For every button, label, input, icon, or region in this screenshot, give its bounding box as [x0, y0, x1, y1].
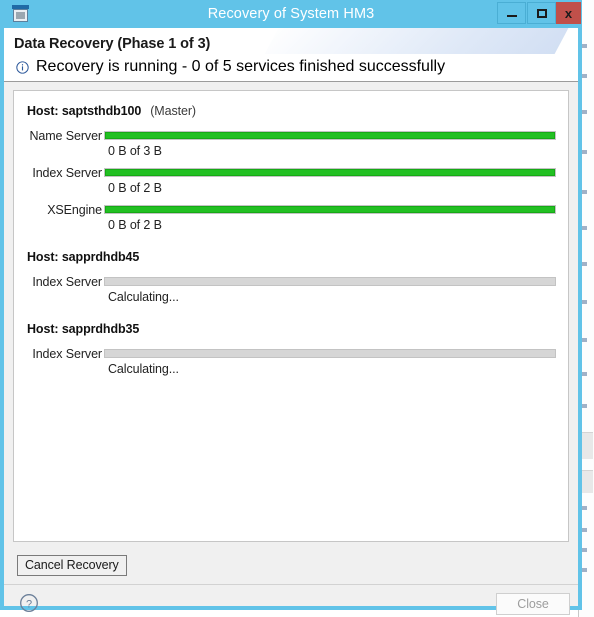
recovery-progress-panel[interactable]: Host: saptsthdb100 (Master) Name Server 0 B… [13, 90, 569, 542]
help-icon[interactable]: ? [19, 593, 39, 613]
service-row: XSEngine 0 B of 2 B [14, 203, 568, 240]
host-heading: Host: sapprdhdb35 [14, 322, 568, 336]
minimize-button[interactable] [497, 2, 526, 24]
progress-bar-fill [105, 132, 555, 139]
dialog-window: Recovery of System HM3 x Data Recovery (… [0, 0, 582, 615]
service-status: 0 B of 2 B [108, 181, 162, 195]
service-status: 0 B of 2 B [108, 218, 162, 232]
service-name: XSEngine [47, 203, 102, 217]
host-group: Host: sapprdhdb35 Index Server Calculating… [14, 312, 568, 384]
host-role: (Master) [150, 104, 196, 118]
progress-bar [104, 168, 556, 177]
service-status: Calculating... [108, 290, 179, 304]
status-text: Recovery is running - 0 of 5 services fi… [36, 58, 446, 75]
info-icon [16, 60, 29, 74]
header-gradient [264, 28, 578, 54]
host-heading: Host: sapprdhdb45 [14, 250, 568, 264]
service-row: Name Server 0 B of 3 B [14, 129, 568, 166]
service-name: Index Server [32, 275, 102, 289]
close-button[interactable]: Close [496, 593, 570, 615]
service-row: Index Server Calculating... [14, 347, 568, 384]
close-window-button[interactable]: x [556, 2, 581, 24]
page-title: Data Recovery (Phase 1 of 3) [14, 36, 211, 52]
progress-bar [104, 205, 556, 214]
service-row: Index Server Calculating... [14, 275, 568, 312]
service-name: Name Server [29, 129, 102, 143]
host-group: Host: sapprdhdb45 Index Server Calculating… [14, 240, 568, 312]
dialog-header: Data Recovery (Phase 1 of 3) Recovery is… [4, 28, 578, 82]
maximize-button[interactable] [527, 2, 556, 24]
service-status: Calculating... [108, 362, 179, 376]
host-label: Host: [27, 322, 59, 336]
progress-bar-fill [105, 169, 555, 176]
host-name: sapprdhdb45 [61, 250, 140, 264]
status-message: Recovery is running - 0 of 5 services fi… [16, 58, 445, 76]
host-heading: Host: saptsthdb100 (Master) [14, 104, 568, 118]
maximize-icon [528, 3, 555, 23]
title-bar[interactable]: Recovery of System HM3 x [0, 0, 582, 28]
service-name: Index Server [32, 166, 102, 180]
svg-text:?: ? [26, 598, 32, 610]
cancel-bar: Cancel Recovery [4, 550, 578, 584]
minimize-icon [498, 3, 525, 23]
progress-bar [104, 277, 556, 286]
host-group: Host: saptsthdb100 (Master) Name Server 0 B… [14, 91, 568, 240]
progress-bar [104, 131, 556, 140]
dialog-footer: ? Close [4, 584, 578, 615]
progress-bar [104, 349, 556, 358]
host-name: saptsthdb100 [61, 104, 142, 118]
service-status: 0 B of 3 B [108, 144, 162, 158]
host-name: sapprdhdb35 [61, 322, 140, 336]
dialog-client-area: Data Recovery (Phase 1 of 3) Recovery is… [4, 28, 578, 615]
close-icon: x [564, 5, 573, 21]
progress-bar-fill [105, 206, 555, 213]
service-name: Index Server [32, 347, 102, 361]
host-label: Host: [27, 250, 59, 264]
host-label: Host: [27, 104, 59, 118]
host-list: Host: saptsthdb100 (Master) Name Server 0 B… [14, 91, 568, 384]
cancel-recovery-button[interactable]: Cancel Recovery [17, 555, 127, 576]
window-title: Recovery of System HM3 [207, 6, 375, 22]
service-row: Index Server 0 B of 2 B [14, 166, 568, 203]
